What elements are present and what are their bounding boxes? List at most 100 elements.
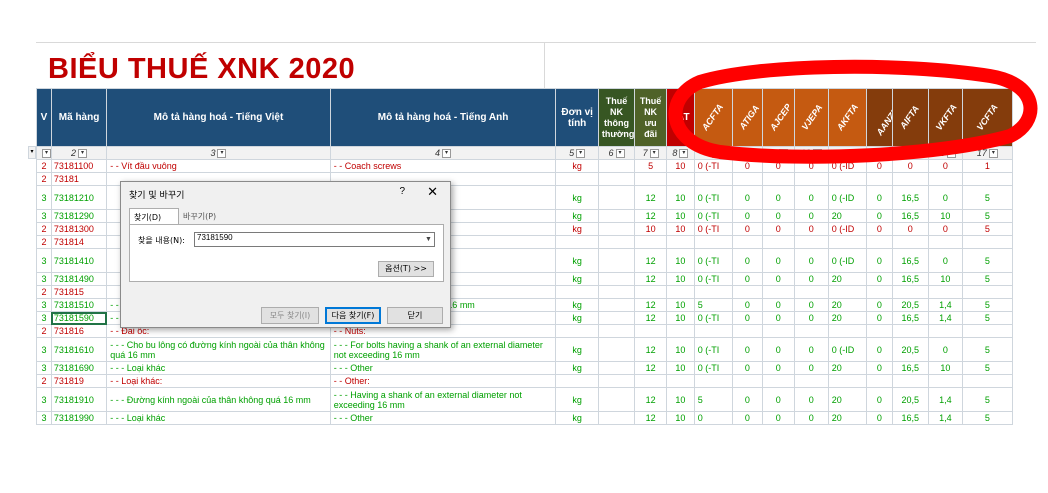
cell-c5[interactable]: 0 (-ID <box>827 248 868 273</box>
cell-lv[interactable]: 3 <box>36 298 52 312</box>
cell-c8[interactable] <box>927 235 963 249</box>
filter-dropdown-icon[interactable]: ▾ <box>812 149 822 159</box>
cell-c5[interactable]: 20 <box>827 411 868 425</box>
cell-c6[interactable]: 0 <box>866 337 893 362</box>
cell-c3[interactable]: 0 <box>761 185 795 210</box>
cell-en[interactable]: - - Other: <box>329 374 557 388</box>
cell-pref[interactable]: 12 <box>634 298 668 312</box>
cell-c3[interactable] <box>761 374 795 388</box>
cell-lv[interactable]: 2 <box>36 285 52 299</box>
cell-c3[interactable]: 0 <box>761 159 795 173</box>
cell-c6[interactable]: 0 <box>866 272 893 286</box>
cell-c4[interactable]: 0 <box>793 185 829 210</box>
cell-code[interactable]: 73181300 <box>50 222 108 236</box>
cell-vat[interactable]: 10 <box>666 311 695 325</box>
cell-c9[interactable] <box>961 285 1014 299</box>
cell-c5[interactable] <box>827 374 868 388</box>
cell-normal[interactable] <box>597 248 636 273</box>
cell-c3[interactable]: 0 <box>761 387 795 412</box>
cell-c6[interactable]: 0 <box>866 361 893 375</box>
cell-c8[interactable]: 10 <box>927 272 963 286</box>
cell-c9[interactable]: 5 <box>961 209 1014 223</box>
cell-code[interactable]: 731816 <box>50 324 108 338</box>
cell-c7[interactable] <box>891 285 929 299</box>
cell-c7[interactable]: 0 <box>891 222 929 236</box>
cell-c1[interactable] <box>693 374 734 388</box>
select-all-corner[interactable]: ▾ <box>28 146 36 159</box>
cell-c6[interactable] <box>866 235 893 249</box>
cell-lv[interactable]: 2 <box>36 222 52 236</box>
cell-pref[interactable] <box>634 172 668 186</box>
cell-vn[interactable]: - - Loại khác: <box>106 374 331 388</box>
cell-code[interactable]: 73181990 <box>50 411 108 425</box>
cell-vn[interactable]: - - Vít đầu vuông <box>106 159 331 173</box>
cell-c6[interactable]: 0 <box>866 248 893 273</box>
cell-c5[interactable]: 0 (-ID <box>827 222 868 236</box>
cell-c8[interactable] <box>927 324 963 338</box>
cell-c7[interactable]: 20,5 <box>891 337 929 362</box>
cell-c9[interactable] <box>961 235 1014 249</box>
cell-unit[interactable] <box>555 285 599 299</box>
cell-normal[interactable] <box>597 209 636 223</box>
cell-lv[interactable]: 3 <box>36 387 52 412</box>
filter-dropdown-icon[interactable]: ▾ <box>848 149 858 159</box>
cell-c1[interactable]: 0 (-TI <box>693 311 734 325</box>
cell-lv[interactable]: 3 <box>36 311 52 325</box>
cell-normal[interactable] <box>597 272 636 286</box>
cell-c5[interactable]: 20 <box>827 209 868 223</box>
filter-dropdown-icon[interactable]: ▾ <box>911 149 921 159</box>
cell-c3[interactable]: 0 <box>761 222 795 236</box>
cell-c9[interactable]: 5 <box>961 387 1014 412</box>
cell-c1[interactable]: 0 (-TI <box>693 361 734 375</box>
cell-c1[interactable]: 0 <box>693 411 734 425</box>
cell-c6[interactable]: 0 <box>866 411 893 425</box>
cell-code[interactable]: 73181910 <box>50 387 108 412</box>
cell-c9[interactable]: 5 <box>961 337 1014 362</box>
cell-normal[interactable] <box>597 172 636 186</box>
filter-dropdown-icon[interactable]: ▾ <box>615 149 625 159</box>
cell-pref[interactable] <box>634 324 668 338</box>
cell-pref[interactable]: 5 <box>634 159 668 173</box>
cell-unit[interactable]: kg <box>555 387 599 412</box>
cell-unit[interactable]: kg <box>555 209 599 223</box>
cell-c9[interactable]: 5 <box>961 222 1014 236</box>
cell-c3[interactable] <box>761 324 795 338</box>
filter-dropdown-icon[interactable]: ▾ <box>988 149 998 159</box>
cell-c1[interactable]: 0 (-TI <box>693 159 734 173</box>
cell-c6[interactable] <box>866 324 893 338</box>
cell-c9[interactable]: 5 <box>961 311 1014 325</box>
cell-c8[interactable] <box>927 172 963 186</box>
cell-c5[interactable] <box>827 235 868 249</box>
cell-c2[interactable] <box>732 374 763 388</box>
close-icon[interactable]: ✕ <box>427 184 438 200</box>
cell-c1[interactable] <box>693 324 734 338</box>
cell-c2[interactable] <box>732 324 763 338</box>
cell-c9[interactable] <box>961 172 1014 186</box>
cell-vat[interactable]: 10 <box>666 361 695 375</box>
cell-code[interactable]: 731819 <box>50 374 108 388</box>
cell-vat[interactable]: 10 <box>666 248 695 273</box>
cell-c6[interactable]: 0 <box>866 159 893 173</box>
cell-c6[interactable] <box>866 172 893 186</box>
cell-c7[interactable]: 16,5 <box>891 411 929 425</box>
filter-dropdown-icon[interactable]: ▾ <box>779 149 789 159</box>
cell-c4[interactable]: 0 <box>793 222 829 236</box>
cell-c3[interactable]: 0 <box>761 311 795 325</box>
cell-c3[interactable] <box>761 172 795 186</box>
cell-c2[interactable]: 0 <box>732 185 763 210</box>
cell-c8[interactable]: 0 <box>927 337 963 362</box>
filter-dropdown-icon[interactable]: ▾ <box>217 149 227 159</box>
cell-c3[interactable] <box>761 285 795 299</box>
filter-dropdown-icon[interactable]: ▾ <box>576 149 586 159</box>
cell-c7[interactable]: 20,5 <box>891 298 929 312</box>
cell-c9[interactable]: 5 <box>961 185 1014 210</box>
cell-lv[interactable]: 2 <box>36 374 52 388</box>
cell-c2[interactable]: 0 <box>732 337 763 362</box>
cell-c8[interactable]: 1,4 <box>927 298 963 312</box>
cell-c4[interactable]: 0 <box>793 209 829 223</box>
cell-c4[interactable] <box>793 235 829 249</box>
cell-c2[interactable] <box>732 285 763 299</box>
cell-pref[interactable]: 12 <box>634 411 668 425</box>
cell-vat[interactable] <box>666 172 695 186</box>
cell-c2[interactable]: 0 <box>732 209 763 223</box>
